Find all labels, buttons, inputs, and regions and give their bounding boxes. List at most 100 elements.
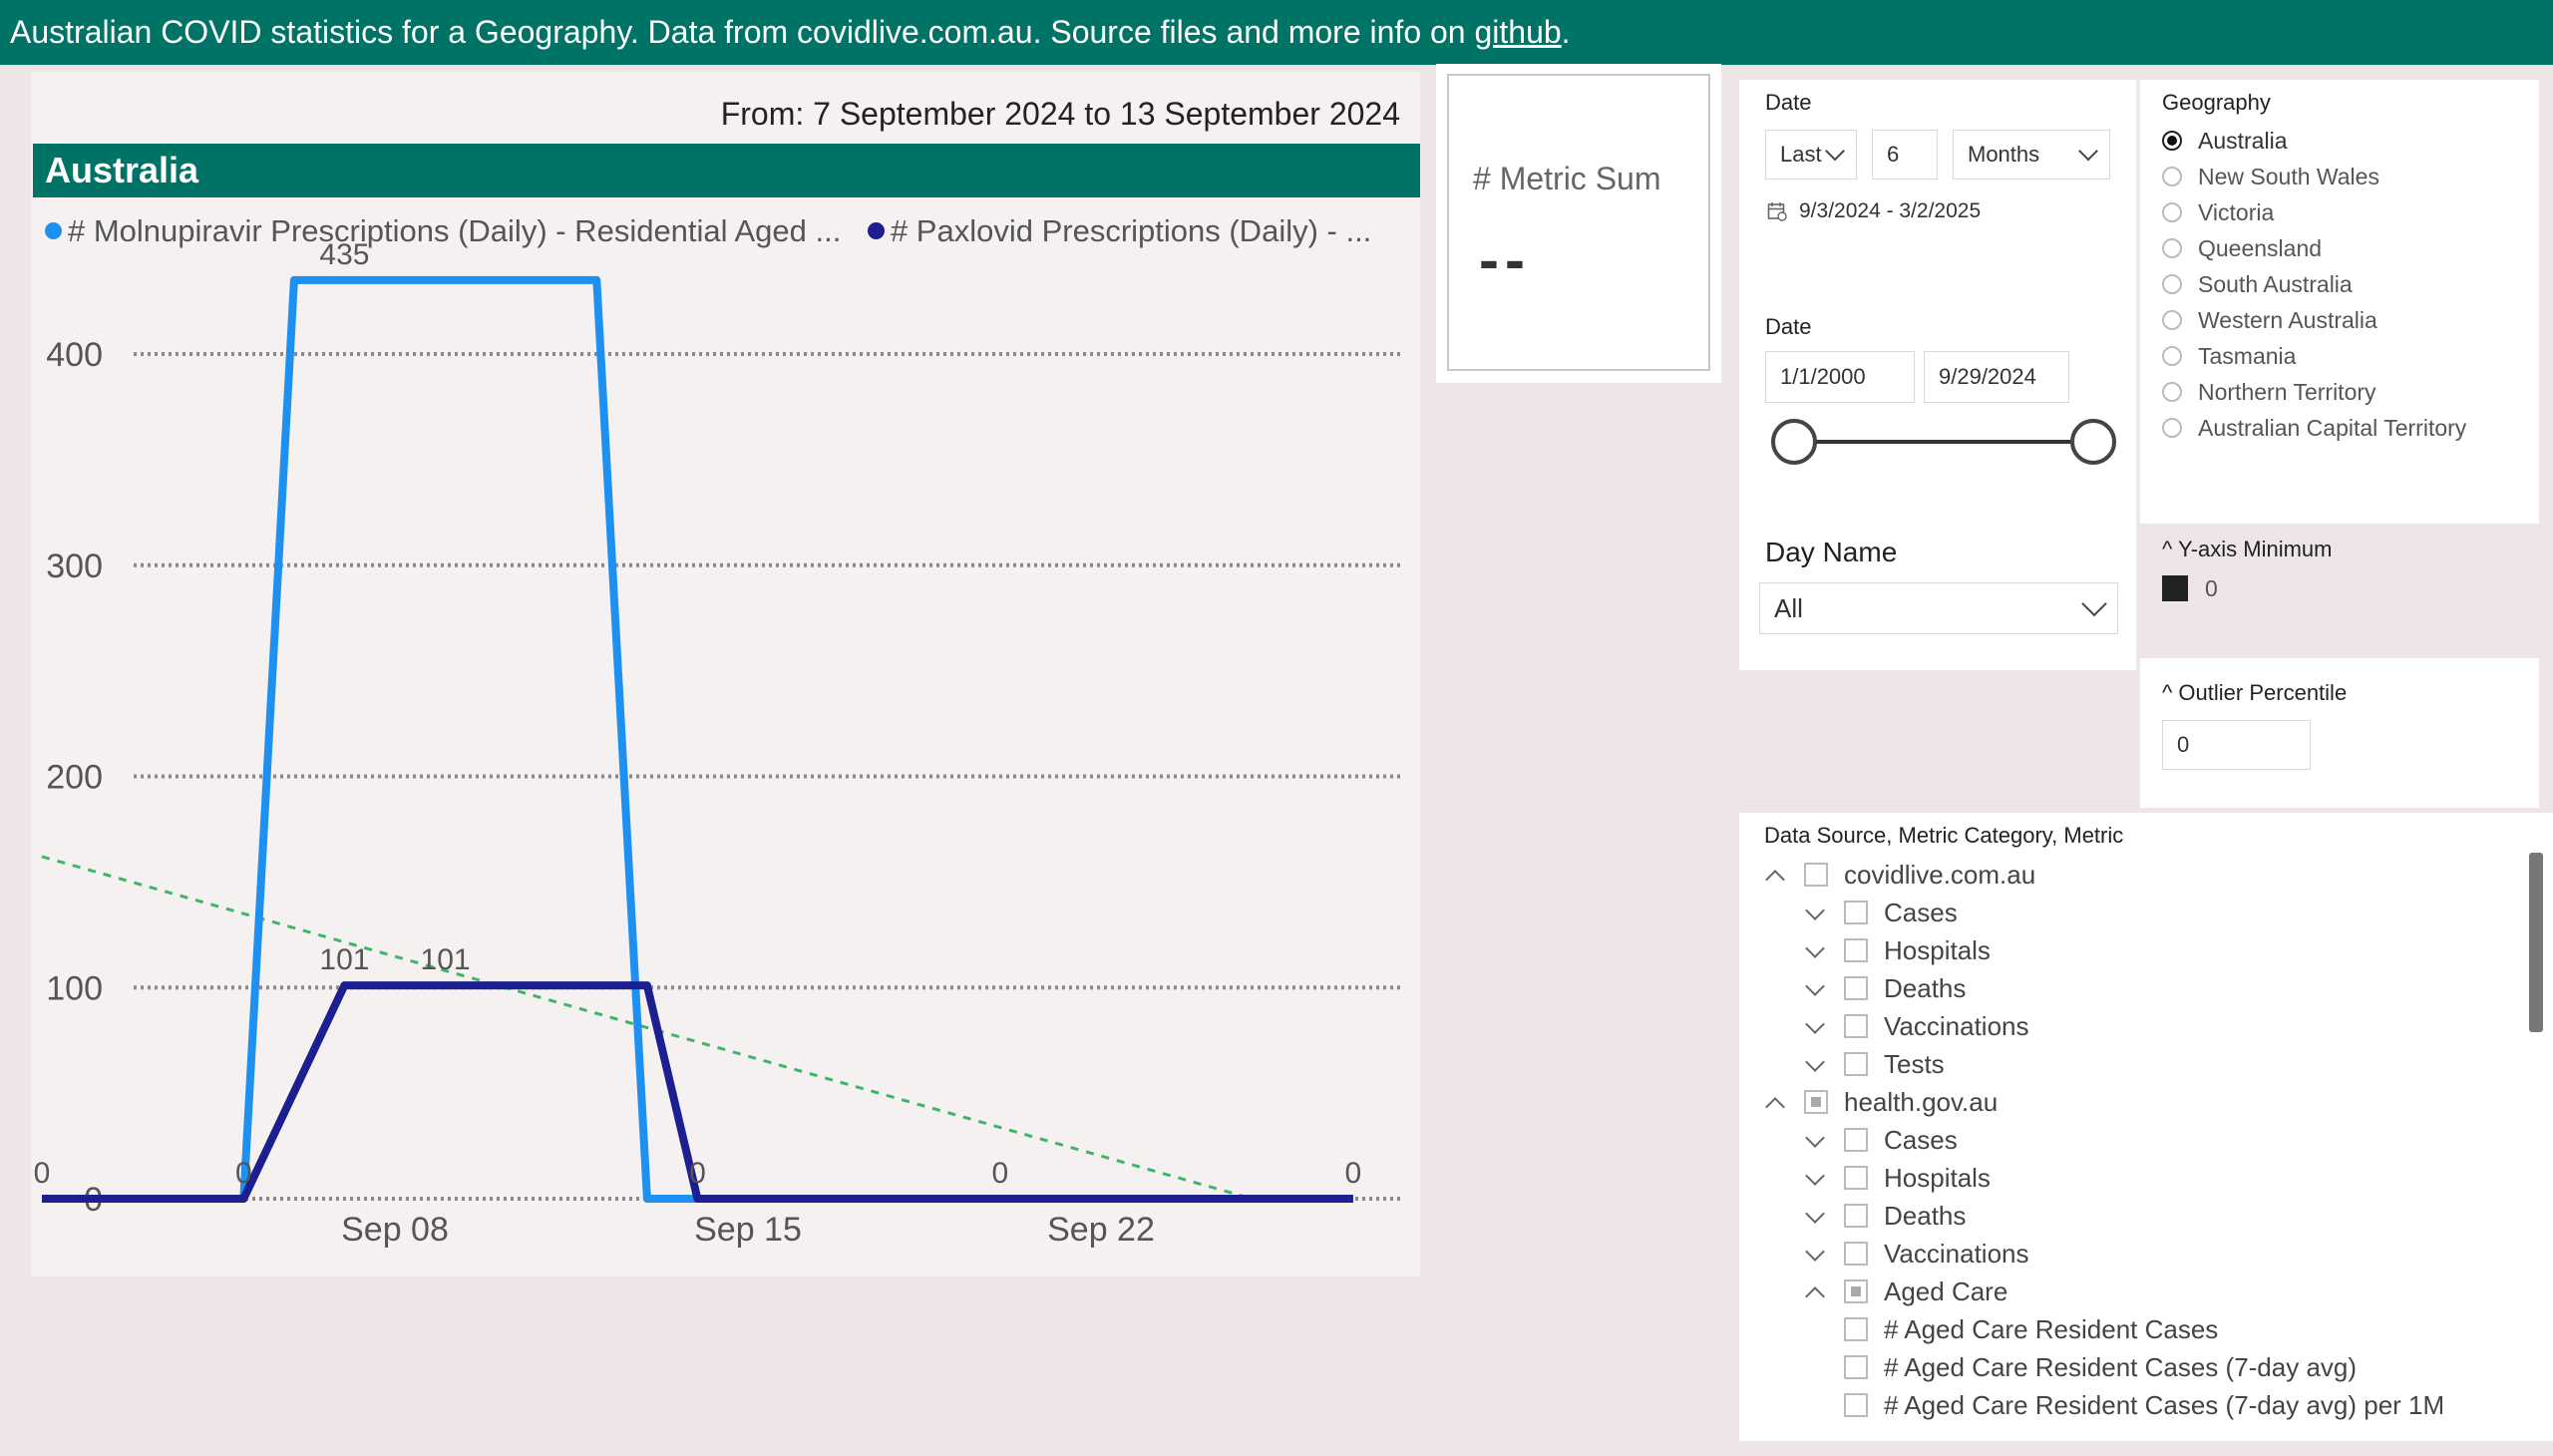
tree-item[interactable]: # Aged Care Resident Cases (1844, 1312, 2218, 1346)
chevron-up-icon[interactable] (1764, 864, 1786, 886)
date-between-title: Date (1765, 314, 1812, 339)
chevron-up-icon[interactable] (1764, 1091, 1786, 1113)
day-name-dropdown[interactable]: All (1759, 582, 2118, 634)
geography-option[interactable]: Northern Territory (2162, 377, 2376, 407)
tree-item[interactable]: health.gov.au (1764, 1085, 1998, 1119)
end-date-input[interactable]: 9/29/2024 (1924, 351, 2069, 403)
geography-option-label: Australian Capital Territory (2198, 414, 2467, 441)
line-chart-visual[interactable]: From: 7 September 2024 to 13 September 2… (31, 72, 1420, 1276)
outlier-input[interactable]: 0 (2162, 720, 2311, 770)
tree-item[interactable]: Deaths (1804, 1199, 1966, 1233)
checkbox[interactable] (1844, 1128, 1868, 1152)
chevron-down-icon[interactable] (1804, 1053, 1826, 1075)
checkbox[interactable] (1844, 938, 1868, 962)
relative-count-input[interactable]: 6 (1872, 130, 1938, 180)
tree-item-label: # Aged Care Resident Cases (1884, 1313, 2219, 1344)
chevron-down-icon[interactable] (1804, 1205, 1826, 1227)
checkbox[interactable] (1844, 1355, 1868, 1379)
tree-item[interactable]: Aged Care (1804, 1274, 2007, 1308)
geography-option-label: South Australia (2198, 270, 2353, 297)
tree-item[interactable]: # Aged Care Resident Cases (7-day avg) (1844, 1350, 2357, 1384)
tree-scrollbar[interactable] (2529, 853, 2543, 1032)
radio-button-icon[interactable] (2162, 274, 2182, 294)
end-date-value: 9/29/2024 (1939, 364, 2036, 389)
tree-item[interactable]: Cases (1804, 1123, 1958, 1157)
tree-item-label: Vaccinations (1884, 1238, 2029, 1269)
geography-option[interactable]: Australian Capital Territory (2162, 413, 2466, 443)
checkbox[interactable] (1844, 1014, 1868, 1038)
y-axis-min-title: ^ Y-axis Minimum (2162, 537, 2333, 561)
geography-option-label: Western Australia (2198, 306, 2377, 333)
tree-item[interactable]: Deaths (1804, 971, 1966, 1005)
date-slider-track[interactable] (1795, 440, 2094, 444)
tree-item[interactable]: Tests (1804, 1047, 1945, 1081)
tree-item-label: # Aged Care Resident Cases (7-day avg) p… (1884, 1389, 2445, 1420)
metric-card[interactable]: # Metric Sum -- (1447, 74, 1710, 371)
checkbox[interactable] (1844, 976, 1868, 1000)
radio-button-icon[interactable] (2162, 238, 2182, 258)
radio-button-icon[interactable] (2162, 418, 2182, 438)
tree-item-label: Deaths (1884, 1200, 1967, 1231)
chevron-down-icon[interactable] (1804, 1243, 1826, 1265)
chevron-down-icon[interactable] (1804, 902, 1826, 923)
checkbox[interactable] (1844, 1279, 1868, 1303)
checkbox[interactable] (1844, 1204, 1868, 1228)
data-label: 0 (1345, 1157, 1362, 1190)
metric-tree-title: Data Source, Metric Category, Metric (1764, 823, 2124, 848)
chevron-down-icon[interactable] (1804, 1129, 1826, 1151)
geography-option[interactable]: Queensland (2162, 233, 2322, 263)
tree-item[interactable]: Hospitals (1804, 1161, 1991, 1195)
date-slider-end-handle[interactable] (2070, 419, 2116, 465)
chevron-down-icon[interactable] (1804, 939, 1826, 961)
tree-item[interactable]: Vaccinations (1804, 1009, 2029, 1043)
checkbox[interactable] (1844, 1393, 1868, 1417)
radio-button-icon[interactable] (2162, 310, 2182, 330)
day-name-value: All (1774, 592, 1803, 623)
header-text: Australian COVID statistics for a Geogra… (10, 14, 1475, 50)
radio-button-icon[interactable] (2162, 202, 2182, 222)
chevron-down-icon[interactable] (1804, 1015, 1826, 1037)
geography-option[interactable]: New South Wales (2162, 162, 2379, 191)
date-slicer-title: Date (1765, 90, 1812, 115)
report-header: Australian COVID statistics for a Geogra… (0, 0, 2553, 65)
tree-item[interactable]: covidlive.com.au (1764, 858, 2035, 892)
radio-button-icon[interactable] (2162, 346, 2182, 366)
checkbox[interactable] (1804, 1090, 1828, 1114)
data-label: 101 (319, 943, 369, 976)
geography-option[interactable]: Australia (2162, 126, 2287, 156)
geography-option[interactable]: South Australia (2162, 269, 2353, 299)
chevron-down-icon (1825, 141, 1845, 162)
geography-option-label: Northern Territory (2198, 378, 2376, 405)
tree-item[interactable]: Hospitals (1804, 933, 1991, 967)
checkbox[interactable] (1844, 1242, 1868, 1266)
chevron-down-icon[interactable] (1804, 1167, 1826, 1189)
tree-item-label: Hospitals (1884, 1162, 1991, 1193)
data-label: 0 (235, 1157, 252, 1190)
geography-option[interactable]: Tasmania (2162, 341, 2296, 371)
geography-option[interactable]: Victoria (2162, 197, 2274, 227)
geography-option[interactable]: Western Australia (2162, 305, 2377, 335)
tree-item-label: health.gov.au (1844, 1086, 1999, 1117)
checkbox[interactable] (1844, 1052, 1868, 1076)
checkbox[interactable] (1804, 863, 1828, 887)
checkbox[interactable] (1844, 901, 1868, 924)
relative-date-range: 9/3/2024 - 3/2/2025 (1799, 199, 1982, 222)
chevron-up-icon[interactable] (1804, 1280, 1826, 1302)
tree-item[interactable]: # Aged Care Resident Cases (7-day avg) p… (1844, 1388, 2444, 1422)
radio-button-icon[interactable] (2162, 131, 2182, 151)
checkbox[interactable] (1844, 1166, 1868, 1190)
day-name-title: Day Name (1765, 537, 1898, 567)
relative-mode-dropdown[interactable]: Last (1765, 130, 1857, 180)
tree-item[interactable]: Cases (1804, 896, 1958, 929)
github-link[interactable]: github (1474, 14, 1561, 50)
date-slider-start-handle[interactable] (1771, 419, 1817, 465)
checkbox[interactable] (1844, 1317, 1868, 1341)
tree-item[interactable]: Vaccinations (1804, 1237, 2029, 1271)
chart-plot-area: 0 100 200 300 400 Sep 08 Sep 15 Sep 22 0 0 435 101 1… (34, 238, 1400, 1249)
radio-button-icon[interactable] (2162, 382, 2182, 402)
relative-unit-dropdown[interactable]: Months (1953, 130, 2110, 180)
radio-button-icon[interactable] (2162, 167, 2182, 186)
y-axis-min-swatch[interactable] (2162, 575, 2188, 601)
start-date-input[interactable]: 1/1/2000 (1765, 351, 1915, 403)
chevron-down-icon[interactable] (1804, 977, 1826, 999)
